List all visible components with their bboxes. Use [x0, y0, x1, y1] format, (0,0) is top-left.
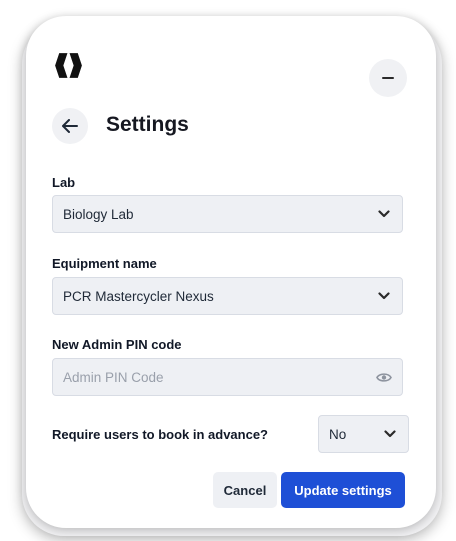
admin-pin-input[interactable] [53, 359, 363, 395]
lab-select[interactable]: Biology Lab [52, 195, 403, 233]
chevron-down-icon [384, 430, 396, 438]
lab-select-value: Biology Lab [63, 206, 134, 222]
update-settings-button[interactable]: Update settings [281, 472, 405, 508]
admin-pin-label: New Admin PIN code [52, 337, 182, 352]
cancel-button[interactable]: Cancel [213, 472, 277, 508]
back-button[interactable] [52, 108, 88, 144]
chevron-down-icon [378, 210, 390, 218]
settings-panel: Settings Lab Biology Lab Equipment name … [26, 16, 436, 528]
page-title: Settings [106, 113, 189, 136]
equipment-select[interactable]: PCR Mastercycler Nexus [52, 277, 403, 315]
arrow-left-icon [62, 119, 78, 133]
lab-label: Lab [52, 175, 76, 190]
minimize-icon [382, 77, 394, 79]
chevron-down-icon [378, 292, 390, 300]
eye-icon[interactable] [376, 371, 392, 384]
minimize-button[interactable] [369, 59, 407, 97]
advance-booking-label: Require users to book in advance? [52, 427, 268, 442]
advance-booking-select[interactable]: No [318, 415, 409, 453]
equipment-select-value: PCR Mastercycler Nexus [63, 288, 214, 304]
app-logo-icon [55, 53, 82, 78]
equipment-label: Equipment name [52, 256, 157, 271]
advance-booking-value: No [329, 426, 347, 442]
admin-pin-field [52, 358, 403, 396]
